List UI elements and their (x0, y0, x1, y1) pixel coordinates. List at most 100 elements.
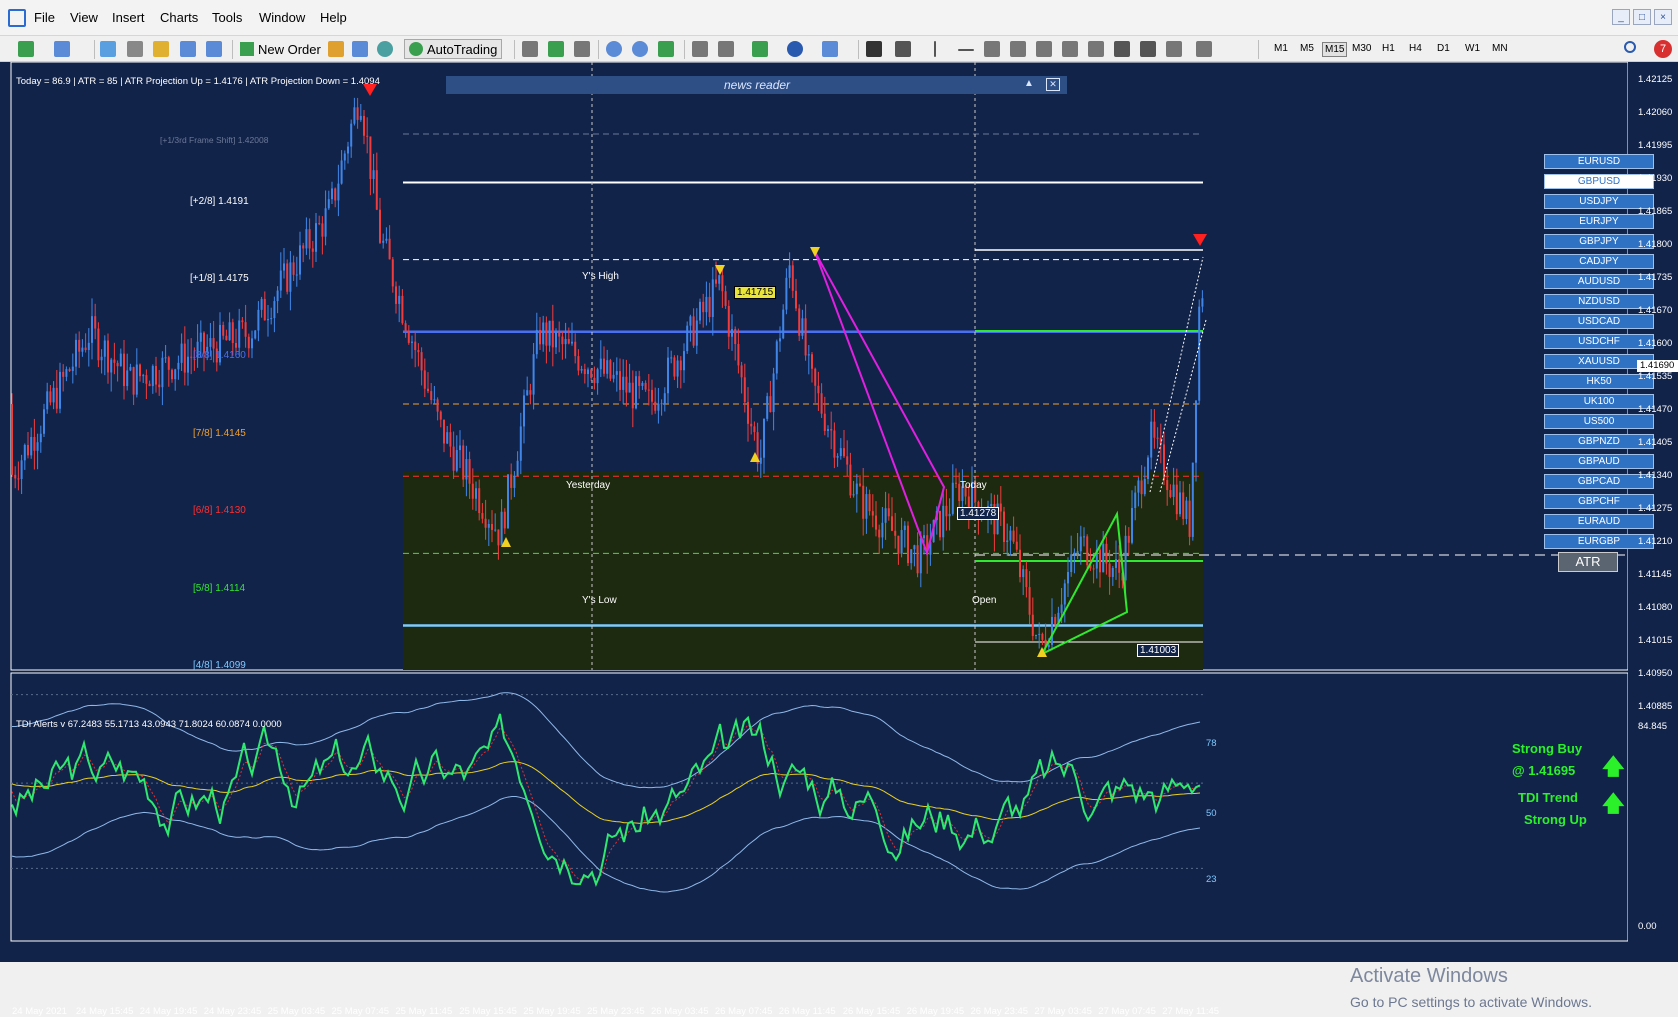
candle-body (635, 376, 637, 409)
candle-body (1006, 540, 1009, 543)
tf-m1[interactable]: M1 (1272, 42, 1290, 55)
new-chart-icon[interactable] (18, 41, 34, 57)
tf-mn[interactable]: MN (1490, 42, 1510, 55)
candle-body (423, 370, 426, 389)
vertical-line-icon[interactable] (934, 41, 936, 57)
bar-chart-icon[interactable] (522, 41, 538, 57)
notification-badge[interactable]: 7 (1654, 40, 1672, 58)
time-axis-label: 25 May 23:45 (587, 1006, 645, 1017)
candle-body (510, 474, 513, 488)
candle-body (27, 444, 29, 456)
time-axis-label: 24 May 19:45 (139, 1006, 198, 1017)
candle-body (369, 136, 372, 179)
symbol-button[interactable]: GBPAUD (1544, 454, 1654, 469)
candle-body (1060, 604, 1063, 613)
menu-charts[interactable]: Charts (160, 10, 198, 25)
text-label-icon[interactable] (1088, 41, 1104, 57)
symbol-button[interactable]: USDCAD (1544, 314, 1654, 329)
tile-windows-icon[interactable] (658, 41, 674, 57)
tf-d1[interactable]: D1 (1435, 42, 1452, 55)
candle-body (638, 376, 641, 386)
symbol-button[interactable]: EURAUD (1544, 514, 1654, 529)
crosshair-icon[interactable] (895, 41, 911, 57)
zoom-out-icon[interactable] (632, 41, 648, 57)
candle-body (481, 513, 484, 519)
candle-body (695, 320, 698, 346)
candle-body (49, 391, 52, 403)
chart-shift-icon[interactable] (718, 41, 734, 57)
atr-button[interactable]: ATR (1558, 552, 1618, 572)
zoom-in-icon[interactable] (606, 41, 622, 57)
tf-w1[interactable]: W1 (1463, 42, 1482, 55)
periods-icon[interactable] (787, 41, 803, 57)
tf-m30[interactable]: M30 (1350, 42, 1373, 55)
candle-body (631, 382, 634, 409)
close-button[interactable]: × (1654, 9, 1672, 25)
candle-body (68, 369, 71, 372)
candle-body (862, 485, 865, 519)
close-icon[interactable]: ✕ (1046, 78, 1060, 91)
menu-window[interactable]: Window (259, 10, 305, 25)
channel-icon[interactable] (1010, 41, 1026, 57)
chart-canvas[interactable] (0, 62, 1678, 962)
text-icon[interactable] (1062, 41, 1078, 57)
news-reader-bar[interactable]: news reader ▲ ✕ (446, 76, 1067, 94)
rectangle-icon[interactable] (1114, 41, 1130, 57)
fibonacci-icon[interactable] (1036, 41, 1052, 57)
autotrading-button[interactable]: AutoTrading (404, 39, 503, 59)
strong-buy-price: @ 1.41695 (1512, 763, 1576, 778)
symbol-button[interactable]: US500 (1544, 414, 1654, 429)
strategy-tester-icon[interactable] (206, 41, 222, 57)
tf-h1[interactable]: H1 (1380, 42, 1397, 55)
menu-help[interactable]: Help (320, 10, 347, 25)
candle-body (286, 263, 289, 292)
search-icon[interactable] (1624, 41, 1636, 53)
new-order-button[interactable]: New Order (240, 39, 321, 59)
market-watch-icon[interactable] (100, 41, 116, 57)
menu-file[interactable]: File (34, 10, 55, 25)
candle-body (1083, 536, 1085, 538)
restore-button[interactable]: □ (1633, 9, 1651, 25)
tdi-trend-label: TDI Trend (1518, 790, 1578, 805)
price-axis-label: 1.41015 (1638, 635, 1673, 646)
candle-body (763, 418, 765, 458)
price-axis-label: 1.42125 (1638, 74, 1673, 85)
triangle-icon[interactable] (1140, 41, 1156, 57)
candle-body (599, 358, 602, 370)
favorites-icon[interactable] (153, 41, 169, 57)
tf-m15[interactable]: M15 (1322, 42, 1348, 57)
tf-h4[interactable]: H4 (1407, 42, 1424, 55)
cursor-icon[interactable] (866, 41, 882, 57)
templates-icon[interactable] (822, 41, 838, 57)
app-icon (8, 9, 26, 27)
indicators-icon[interactable] (752, 41, 768, 57)
chart-window[interactable]: Today = 86.9 | ATR = 85 | ATR Projection… (0, 62, 1678, 1017)
gann-icon[interactable] (1166, 41, 1182, 57)
tf-m5[interactable]: M5 (1298, 42, 1316, 55)
candle-body (1166, 480, 1169, 491)
candle-body (398, 295, 401, 304)
trendline-icon[interactable] (984, 41, 1000, 57)
candle-body (737, 343, 740, 366)
symbol-button[interactable]: CADJPY (1544, 254, 1654, 269)
profiles-icon[interactable] (54, 41, 70, 57)
time-axis-label: 27 May 07:45 (1098, 1006, 1156, 1017)
menu-view[interactable]: View (70, 10, 98, 25)
candlestick-icon[interactable] (548, 41, 564, 57)
candle-body (1022, 569, 1025, 578)
market-icon[interactable] (377, 41, 393, 57)
menu-tools[interactable]: Tools (212, 10, 242, 25)
candle-body (686, 325, 689, 352)
autoscroll-icon[interactable] (692, 41, 708, 57)
meta-editor-icon[interactable] (328, 41, 344, 57)
crosshair-nav-icon[interactable] (127, 41, 143, 57)
terminal-icon[interactable] (180, 41, 196, 57)
menu-insert[interactable]: Insert (112, 10, 145, 25)
arrows-icon[interactable] (1196, 41, 1212, 57)
collapse-icon[interactable]: ▲ (1024, 78, 1034, 89)
symbol-button[interactable]: EURUSD (1544, 154, 1654, 169)
horizontal-line-icon[interactable] (958, 49, 974, 51)
line-chart-icon[interactable] (574, 41, 590, 57)
minimize-button[interactable]: _ (1612, 9, 1630, 25)
signals-icon[interactable] (352, 41, 368, 57)
